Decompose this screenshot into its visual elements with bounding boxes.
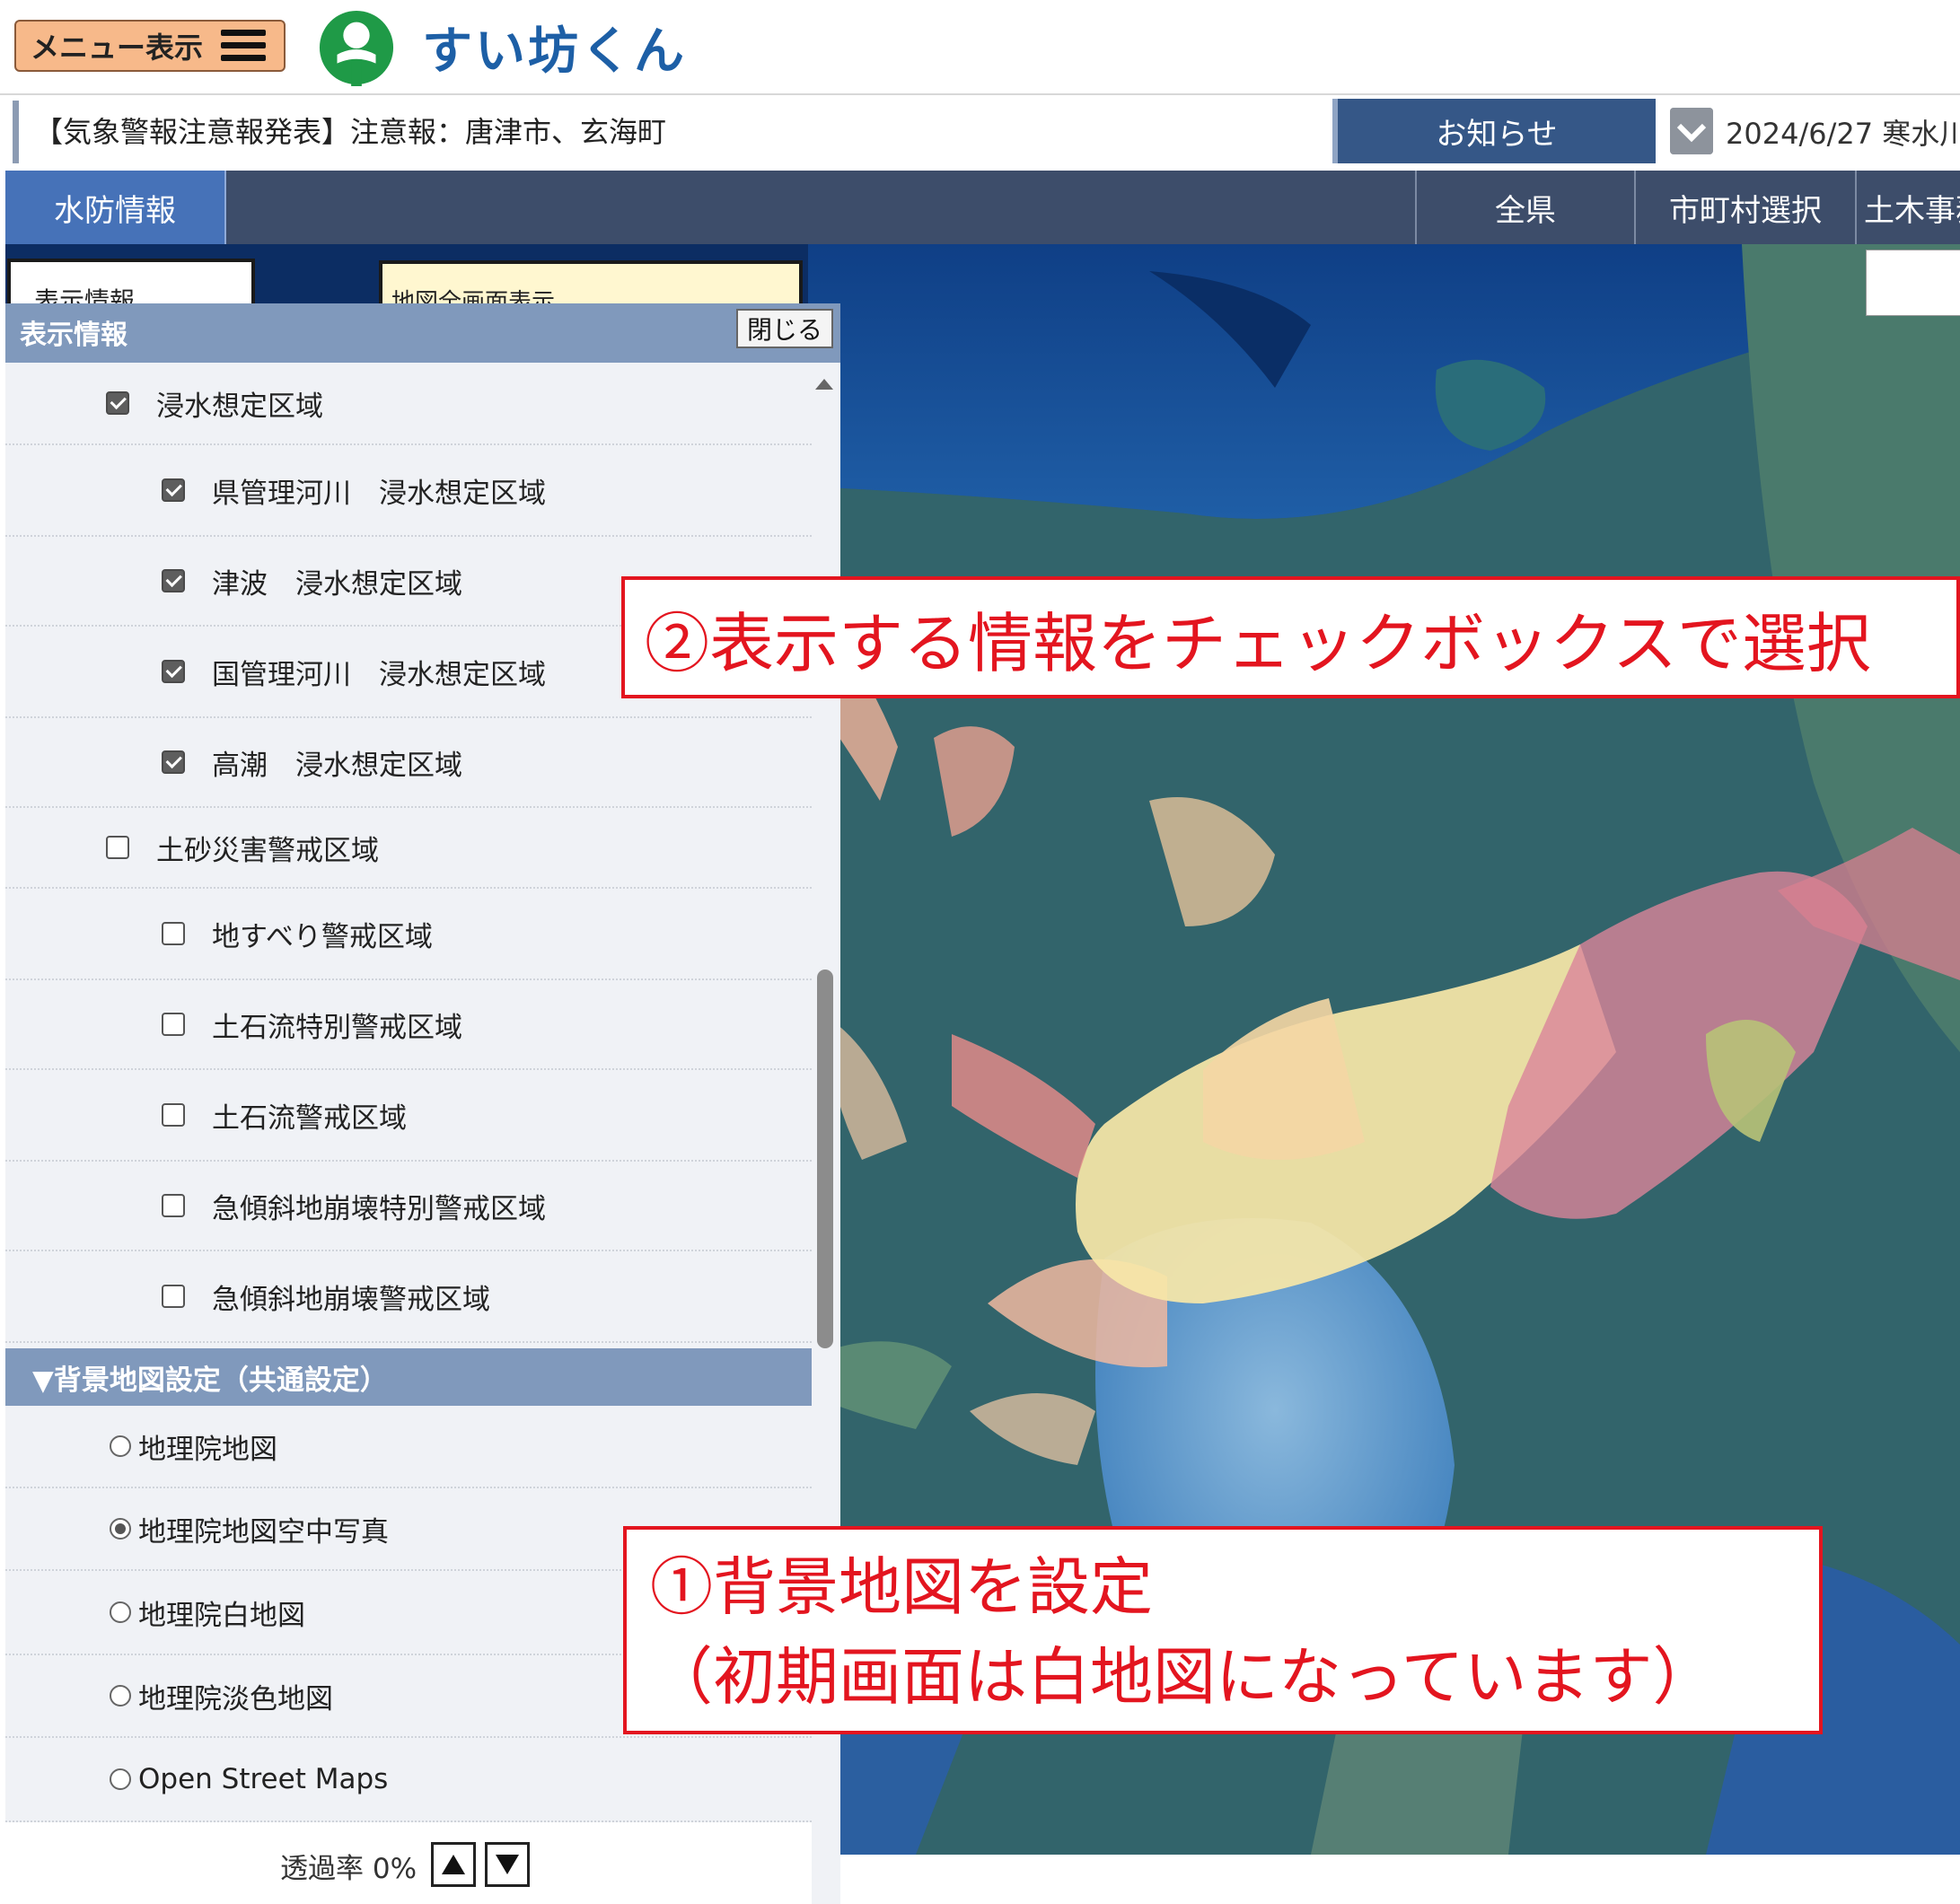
- layer-item-storm-surge[interactable]: 高潮 浸水想定区域: [5, 718, 812, 808]
- layer-label: 土石流警戒区域: [212, 1101, 407, 1135]
- opacity-down-button[interactable]: [485, 1842, 530, 1887]
- layer-item-debris[interactable]: 土石流警戒区域: [5, 1070, 812, 1162]
- layer-item-flood[interactable]: 浸水想定区域: [5, 363, 812, 445]
- nav-tab-municipality[interactable]: 市町村選択: [1634, 171, 1855, 244]
- menu-toggle-button[interactable]: メニュー表示: [14, 20, 286, 72]
- layer-item-steep-special[interactable]: 急傾斜地崩壊特別警戒区域: [5, 1162, 812, 1251]
- nav-tab-all-prefecture[interactable]: 全県: [1415, 171, 1634, 244]
- checkbox-icon[interactable]: [162, 1194, 185, 1217]
- layer-label: 地すべり警戒区域: [212, 920, 433, 953]
- oshirase-button[interactable]: お知らせ: [1332, 99, 1656, 163]
- radio-icon[interactable]: [110, 1435, 131, 1457]
- layer-label: 土石流特別警戒区域: [212, 1011, 462, 1044]
- radio-icon[interactable]: [110, 1685, 131, 1707]
- bg-option-label: 地理院地図: [138, 1433, 277, 1466]
- layer-label: 急傾斜地崩壊特別警戒区域: [212, 1192, 546, 1225]
- layer-item-steep[interactable]: 急傾斜地崩壊警戒区域: [5, 1251, 812, 1343]
- bg-option-label: Open Street Maps: [138, 1763, 389, 1795]
- layer-item-landslide[interactable]: 地すべり警戒区域: [5, 889, 812, 980]
- bg-option-label: 地理院淡色地図: [138, 1682, 333, 1715]
- close-button[interactable]: 閉じる: [736, 309, 833, 348]
- opacity-up-button[interactable]: [431, 1842, 476, 1887]
- hamburger-icon: [221, 30, 267, 62]
- checkbox-icon[interactable]: [162, 750, 185, 774]
- checkbox-icon[interactable]: [162, 660, 185, 683]
- radio-icon[interactable]: [110, 1768, 131, 1790]
- layer-item-pref-river[interactable]: 県管理河川 浸水想定区域: [5, 445, 812, 537]
- bg-option-label: 地理院地図空中写真: [138, 1515, 389, 1549]
- opacity-label: 透過率 0%: [280, 1853, 417, 1885]
- checkbox-icon[interactable]: [162, 569, 185, 592]
- checkbox-icon[interactable]: [162, 1013, 185, 1036]
- layer-label: 浸水想定区域: [156, 390, 323, 423]
- scrollbar-thumb[interactable]: [817, 970, 833, 1348]
- callout-step2: ②表示する情報をチェックボックスで選択: [621, 576, 1960, 698]
- layer-label: 土砂災害警戒区域: [156, 834, 379, 867]
- checkbox-icon[interactable]: [162, 478, 185, 502]
- layer-label: 県管理河川 浸水想定区域: [212, 477, 546, 510]
- layer-label: 高潮 浸水想定区域: [212, 749, 462, 782]
- panel-title: 表示情報: [20, 320, 127, 351]
- bg-option-gsi[interactable]: 地理院地図: [5, 1406, 812, 1488]
- nav-tab-doboku[interactable]: 土木事務所: [1855, 171, 1960, 244]
- radio-icon[interactable]: [110, 1518, 131, 1540]
- map-overlay-box[interactable]: [1866, 250, 1960, 316]
- suibou-logo-icon: [319, 10, 394, 86]
- scroll-up-arrow-icon[interactable]: [815, 379, 833, 390]
- notice-accent: [13, 101, 19, 163]
- layer-label: 急傾斜地崩壊警戒区域: [212, 1283, 490, 1316]
- app-header: [0, 0, 1960, 95]
- bg-option-osm[interactable]: Open Street Maps: [5, 1738, 812, 1822]
- display-info-button[interactable]: 表示情報: [7, 259, 255, 309]
- layer-label: 津波 浸水想定区域: [212, 567, 462, 601]
- radio-icon[interactable]: [110, 1601, 131, 1623]
- bg-option-label: 地理院白地図: [138, 1599, 305, 1632]
- checkbox-icon[interactable]: [162, 1103, 185, 1127]
- app-title: すい坊くん: [422, 22, 687, 81]
- checkbox-icon[interactable]: [106, 391, 129, 415]
- background-map-header-label: ▼背景地図設定（共通設定）: [32, 1364, 388, 1397]
- checkbox-icon[interactable]: [162, 1285, 185, 1308]
- arrow-down-icon: [496, 1855, 519, 1874]
- date-station-text: 2024/6/27 寒水川: [1726, 117, 1960, 151]
- checkbox-icon[interactable]: [162, 922, 185, 945]
- callout-step1: ①背景地図を設定 （初期画面は白地図になっています）: [623, 1526, 1823, 1734]
- nav-tab-suibou[interactable]: 水防情報: [5, 171, 226, 244]
- layer-item-sediment[interactable]: 土砂災害警戒区域: [5, 808, 812, 889]
- checkbox-icon[interactable]: [106, 836, 129, 859]
- callout-step1-line2: （初期画面は白地図になっています）: [650, 1640, 1716, 1714]
- layer-label: 国管理河川 浸水想定区域: [212, 658, 546, 691]
- menu-label: メニュー表示: [31, 31, 204, 65]
- layer-item-debris-special[interactable]: 土石流特別警戒区域: [5, 980, 812, 1070]
- arrow-up-icon: [442, 1855, 465, 1874]
- weather-alert-text[interactable]: 【気象警報注意報発表】注意報：唐津市、玄海町: [34, 110, 666, 151]
- panel-header: [5, 303, 840, 363]
- chevron-down-icon[interactable]: [1670, 108, 1713, 154]
- callout-step1-line1: ①背景地図を設定: [650, 1550, 1153, 1624]
